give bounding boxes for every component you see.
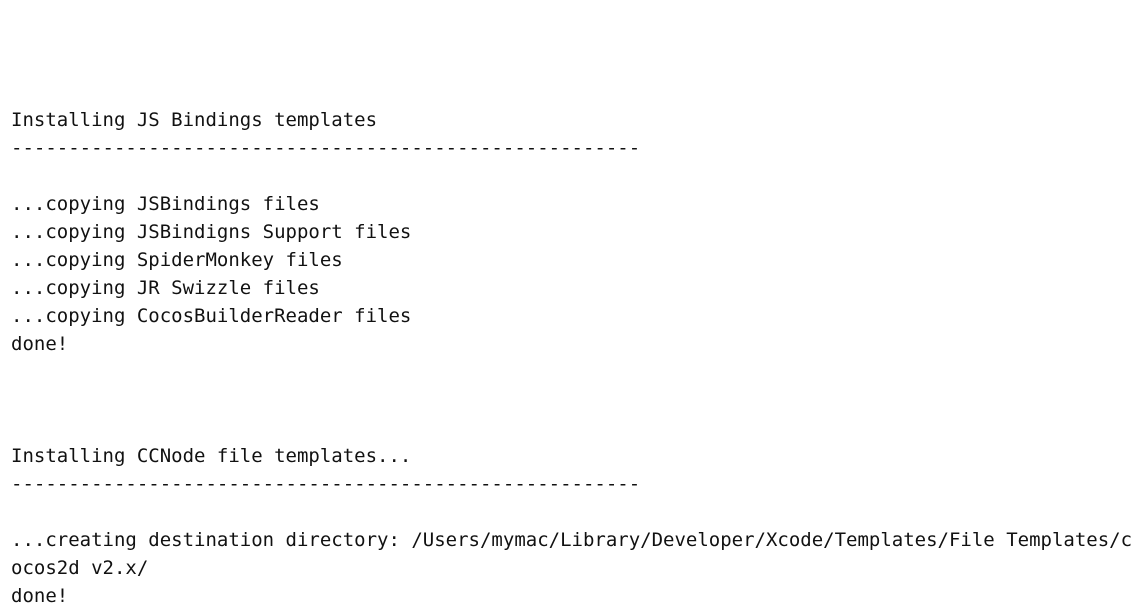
section-separator: ----------------------------------------… [11,473,641,495]
log-entry-5: ...copying CocosBuilderReader files [11,305,412,327]
blank-line-top-0 [11,50,1136,78]
blank-line-trailing-1 [11,386,1136,414]
log-section-2: Installing CCNode file templates... -----… [11,442,1136,610]
log-section-1: Installing JS Bindings templates --------… [11,106,1136,442]
log-entry-2: ...copying JSBindigns Support files [11,221,412,243]
section-title: Installing CCNode file templates... [11,445,412,467]
blank-line-trailing-2 [11,414,1136,442]
section-separator: ----------------------------------------… [11,137,641,159]
blank-line-trailing-0 [11,358,1136,386]
log-entry-1: ...creating destination directory: /User… [11,529,1133,579]
status-done: done! [11,333,69,355]
log-entry-4: ...copying JR Swizzle files [11,277,320,299]
status-done: done! [11,585,69,607]
log-entry-3: ...copying SpiderMonkey files [11,249,343,271]
section-title: Installing JS Bindings templates [11,109,378,131]
terminal-output: Installing JS Bindings templates --------… [0,0,1136,607]
blank-line-top-1 [11,78,1136,106]
log-entry-1: ...copying JSBindings files [11,193,320,215]
